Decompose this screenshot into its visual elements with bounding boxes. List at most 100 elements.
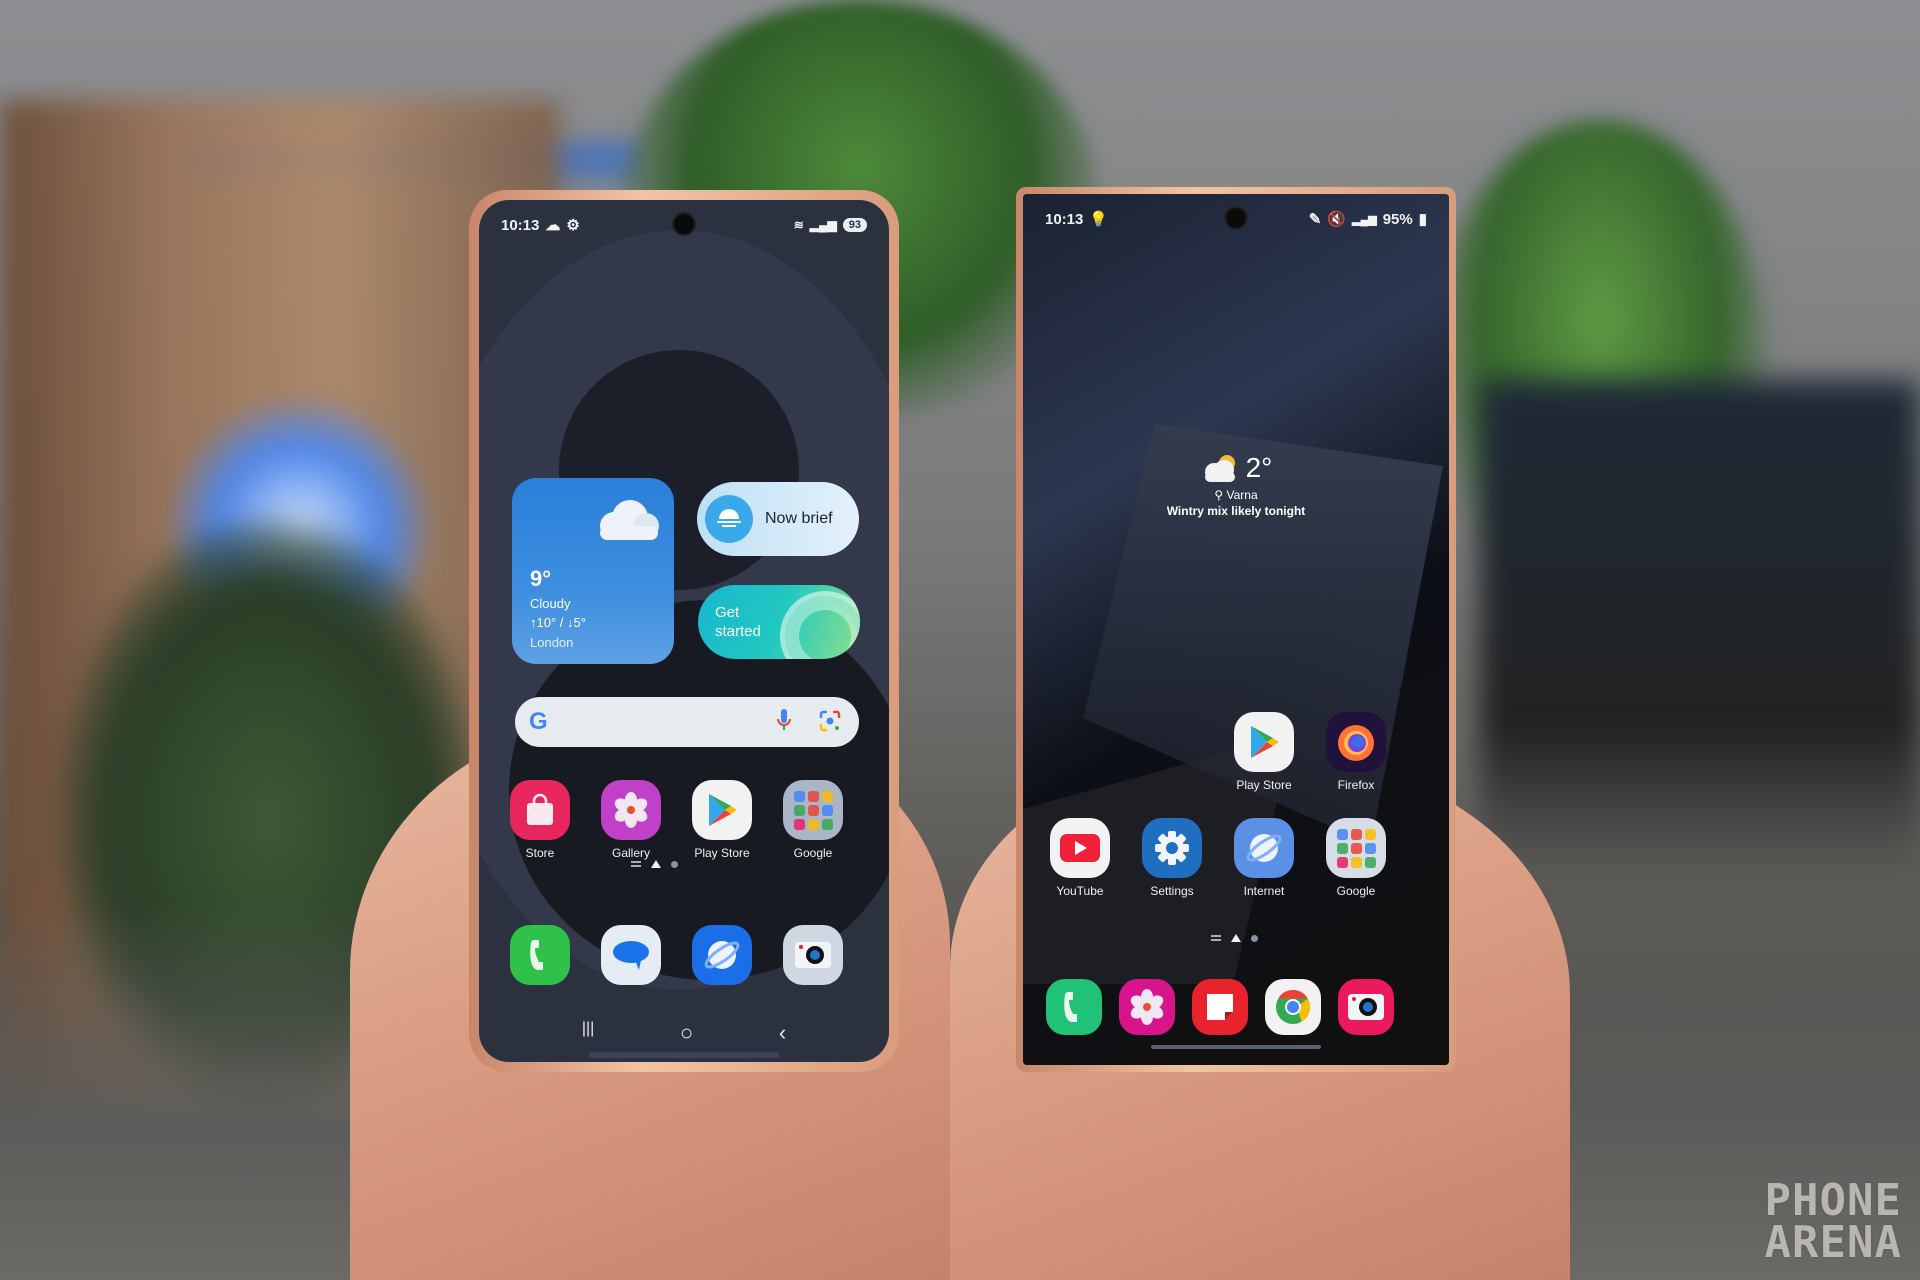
messages-icon [601, 925, 661, 985]
location-pin-icon: ⚲ [1214, 488, 1224, 502]
cloud-icon [600, 500, 659, 540]
weather-city: London [530, 635, 574, 650]
navigation-bar: ||| ○ ‹ [479, 1020, 889, 1046]
home-button[interactable]: ○ [680, 1020, 693, 1046]
page-indicator[interactable] [631, 860, 678, 868]
app-label: Firefox [1337, 778, 1375, 792]
get-started-label: started [715, 623, 761, 640]
camera-icon [783, 925, 843, 985]
google-search-bar[interactable]: G [515, 697, 859, 747]
lens-icon[interactable] [819, 710, 841, 732]
google-logo-icon: G [529, 708, 548, 735]
weather-range: ↑10° / ↓5° [530, 615, 586, 630]
app-google[interactable]: Google [780, 780, 846, 860]
play-store-icon [1234, 712, 1294, 772]
page-dot [671, 860, 678, 868]
signal-icon: ▂▄▆ [809, 218, 837, 232]
phonearena-watermark: PHONE ARENA [1764, 1175, 1902, 1268]
page-indicator[interactable] [1211, 934, 1258, 942]
weather-description: Wintry mix likely tonight [1166, 504, 1306, 518]
mute-icon: 🔇 [1327, 211, 1346, 228]
partly-cloudy-icon [1204, 455, 1235, 482]
app-label: YouTube [1056, 884, 1104, 898]
flower-icon [601, 780, 661, 840]
app-phone[interactable] [507, 925, 573, 985]
internet-icon [692, 925, 752, 985]
app-youtube[interactable]: YouTube [1047, 818, 1113, 898]
watermark-line: PHONE [1764, 1175, 1902, 1226]
app-notes[interactable] [1187, 979, 1253, 1035]
app-gallery[interactable]: Gallery [598, 780, 664, 860]
app-internet[interactable]: Internet [1231, 818, 1297, 898]
app-phone[interactable] [1041, 979, 1107, 1035]
right-phone-screen: 10:13 💡 ✎ 🔇 ▂▄▆ 95% ▮ 2° ⚲ Varna Wintry … [1023, 194, 1449, 1065]
app-camera[interactable] [780, 925, 846, 985]
battery-badge: 93 [842, 218, 867, 232]
shopping-bag-icon [510, 780, 570, 840]
front-camera [1226, 208, 1246, 228]
folder-icon [783, 780, 843, 840]
watermark-line: ARENA [1764, 1217, 1902, 1268]
play-store-icon [692, 780, 752, 840]
get-started-label: Get [715, 604, 740, 621]
now-brief-widget[interactable]: Now brief [697, 482, 859, 556]
app-play-store[interactable]: Play Store [1231, 712, 1297, 792]
right-phone: 10:13 💡 ✎ 🔇 ▂▄▆ 95% ▮ 2° ⚲ Varna Wintry … [1016, 187, 1456, 1072]
recents-button[interactable]: ||| [582, 1020, 594, 1046]
back-button[interactable]: ‹ [779, 1020, 786, 1046]
pen-icon: ✎ [1308, 211, 1322, 228]
app-label: Settings [1150, 884, 1194, 898]
wifi-icon: ≋ [793, 218, 804, 232]
gesture-handle [1151, 1045, 1321, 1049]
app-chrome[interactable] [1260, 979, 1326, 1035]
weather-widget[interactable]: 2° ⚲ Varna Wintry mix likely tonight [1023, 452, 1449, 518]
app-label: Store [525, 846, 555, 860]
chrome-icon [1265, 979, 1321, 1035]
sunrise-icon [705, 495, 753, 543]
weather-widget[interactable]: 9° Cloudy ↑10° / ↓5° London [512, 478, 674, 664]
get-started-widget[interactable]: Get started [698, 585, 860, 659]
gear-icon [1142, 818, 1202, 878]
app-label: Gallery [611, 846, 650, 860]
gesture-handle [589, 1052, 779, 1058]
cloud-icon: ☁ [545, 217, 561, 234]
battery-icon: ▮ [1418, 211, 1427, 228]
internet-icon [1234, 818, 1294, 878]
app-gallery[interactable] [1114, 979, 1180, 1035]
weather-condition: Cloudy [530, 596, 571, 611]
signal-icon: ▂▄▆ [1351, 213, 1377, 226]
youtube-icon [1050, 818, 1110, 878]
list-indicator-icon [631, 861, 641, 867]
dark-area [1480, 380, 1920, 880]
lightbulb-icon: 💡 [1089, 211, 1109, 228]
gear-icon: ⚙ [566, 217, 580, 234]
now-brief-label: Now brief [765, 510, 833, 527]
app-label: Play Store [1236, 778, 1292, 792]
app-google[interactable]: Google [1323, 818, 1389, 898]
app-camera[interactable] [1333, 979, 1399, 1035]
battery-percent: 95% [1382, 210, 1413, 228]
heart-rings-icon [780, 591, 860, 659]
list-indicator-icon [1211, 935, 1221, 941]
camera-icon [1338, 979, 1394, 1035]
mic-icon[interactable] [777, 709, 791, 733]
weather-temp: 9° [530, 566, 552, 591]
front-camera [674, 214, 694, 234]
app-internet[interactable] [689, 925, 755, 985]
weather-temp: 2° [1245, 452, 1273, 483]
app-label: Play Store [694, 846, 750, 860]
folder-icon [1326, 818, 1386, 878]
clock: 10:13 [1045, 210, 1084, 228]
firefox-icon [1326, 712, 1386, 772]
app-settings[interactable]: Settings [1139, 818, 1205, 898]
app-messages[interactable] [598, 925, 664, 985]
app-store[interactable]: Store [507, 780, 573, 860]
home-page-icon [1231, 934, 1241, 942]
notes-icon [1192, 979, 1248, 1035]
app-label: Internet [1243, 884, 1285, 898]
app-play-store[interactable]: Play Store [689, 780, 755, 860]
app-firefox[interactable]: Firefox [1323, 712, 1389, 792]
app-label: Google [793, 846, 833, 860]
home-page-icon [651, 860, 661, 868]
left-phone-screen: 10:13 ☁ ⚙ ≋ ▂▄▆ 93 9° Cloudy ↑10° / ↓5° … [479, 200, 889, 1062]
